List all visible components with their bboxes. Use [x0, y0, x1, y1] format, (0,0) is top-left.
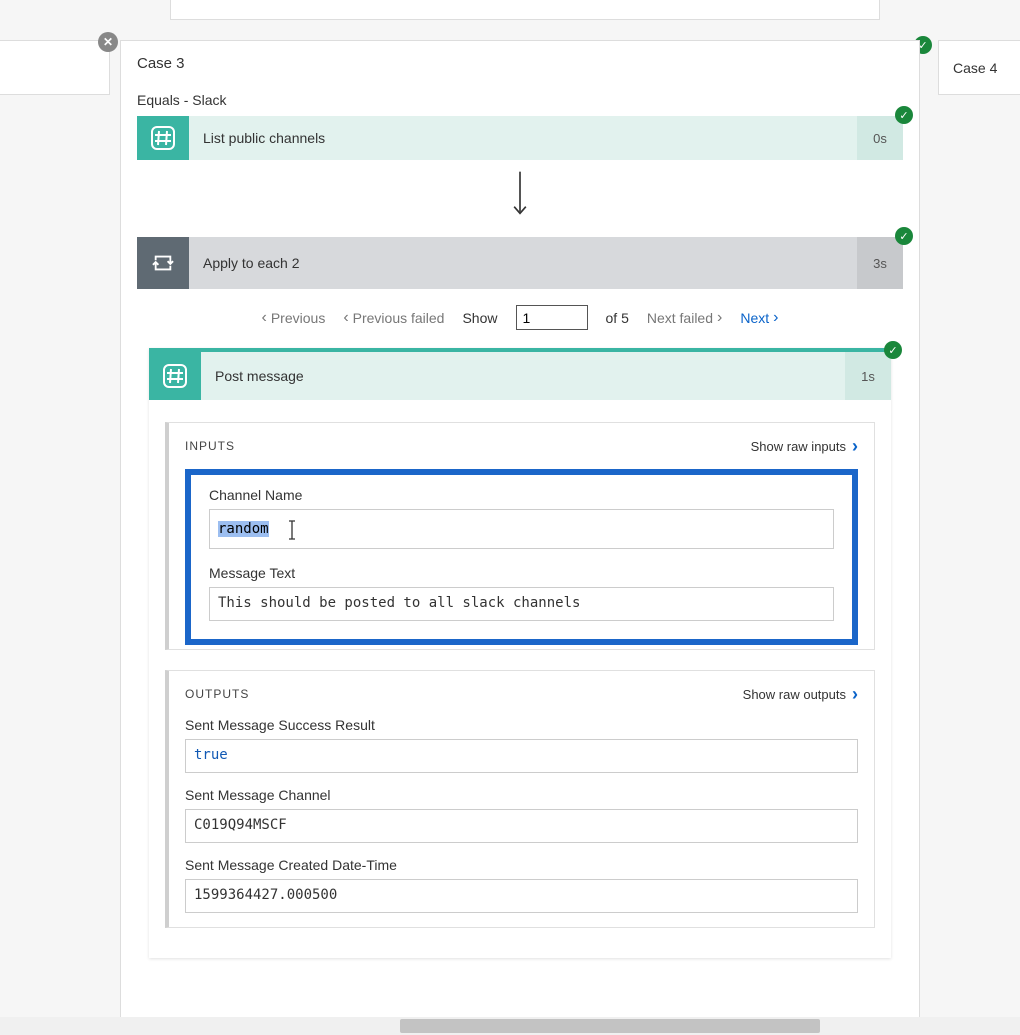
sent-success-text: true [194, 747, 228, 763]
outputs-section: OUTPUTS Show raw outputs › Sent Message … [165, 670, 875, 928]
case-tab-right[interactable]: Case 4 [938, 40, 1020, 95]
sent-channel-text: C019Q94MSCF [194, 817, 287, 833]
pager-next-failed-label: Next failed [647, 310, 713, 326]
chevron-right-icon: › [852, 685, 858, 703]
iteration-pager: ‹ Previous ‹ Previous failed Show of 5 N… [137, 289, 903, 348]
step-list-public-channels[interactable]: List public channels 0s ✓ [137, 116, 903, 160]
flow-arrow-icon [121, 160, 919, 237]
channel-name-text: random [218, 521, 269, 537]
pager-previous-failed[interactable]: ‹ Previous failed [343, 310, 444, 326]
chevron-right-icon: › [773, 310, 778, 326]
sent-created-text: 1599364427.000500 [194, 887, 337, 903]
check-icon: ✓ [895, 227, 913, 245]
case-condition: Equals - Slack [121, 92, 919, 116]
inputs-highlight-box: Channel Name random Message Text This sh… [185, 469, 858, 645]
horizontal-scrollbar[interactable] [0, 1017, 1020, 1035]
step-apply-to-each[interactable]: Apply to each 2 3s ✓ [137, 237, 903, 289]
chevron-left-icon: ‹ [343, 310, 348, 326]
slack-hash-icon [137, 116, 189, 160]
message-text-text: This should be posted to all slack chann… [218, 595, 580, 611]
chevron-right-icon: › [717, 310, 722, 326]
step-title: Apply to each 2 [203, 255, 300, 271]
inputs-heading: INPUTS [185, 439, 235, 453]
sent-success-value[interactable]: true [185, 739, 858, 773]
pager-of-label: of 5 [606, 310, 629, 326]
check-icon: ✓ [895, 106, 913, 124]
sent-channel-value[interactable]: C019Q94MSCF [185, 809, 858, 843]
case-title: Case 3 [121, 41, 919, 92]
step-post-message: ✓ Post message 1s INPUTS Show raw inputs [149, 348, 891, 958]
outputs-heading: OUTPUTS [185, 687, 249, 701]
pager-show-label: Show [462, 310, 497, 326]
step-duration: 3s [857, 237, 903, 289]
apply-to-each-body: ‹ Previous ‹ Previous failed Show of 5 N… [137, 289, 903, 958]
close-icon[interactable]: ✕ [98, 32, 118, 52]
loop-icon [137, 237, 189, 289]
slack-hash-icon [149, 352, 201, 400]
pager-previous-failed-label: Previous failed [353, 310, 445, 326]
case-tab-right-label: Case 4 [953, 60, 997, 76]
case-tab-left[interactable] [0, 40, 110, 95]
scrollbar-thumb[interactable] [400, 1019, 820, 1033]
pager-index-input[interactable] [516, 305, 588, 330]
sent-created-value[interactable]: 1599364427.000500 [185, 879, 858, 913]
channel-name-value[interactable]: random [209, 509, 834, 549]
pager-next[interactable]: Next › [740, 310, 778, 326]
pager-next-failed[interactable]: Next failed › [647, 310, 722, 326]
show-raw-inputs-label: Show raw inputs [751, 439, 846, 454]
pager-previous[interactable]: ‹ Previous [262, 310, 326, 326]
pager-previous-label: Previous [271, 310, 325, 326]
step-duration: 1s [845, 352, 891, 400]
text-cursor-icon [287, 520, 297, 544]
sent-channel-label: Sent Message Channel [185, 787, 858, 803]
message-text-value[interactable]: This should be posted to all slack chann… [209, 587, 834, 621]
step-title: List public channels [203, 130, 325, 146]
message-text-label: Message Text [209, 565, 834, 581]
step-post-message-header[interactable]: Post message 1s [149, 352, 891, 400]
sent-success-label: Sent Message Success Result [185, 717, 858, 733]
show-raw-outputs-label: Show raw outputs [743, 687, 846, 702]
check-icon: ✓ [884, 341, 902, 359]
chevron-left-icon: ‹ [262, 310, 267, 326]
step-duration: 0s [857, 116, 903, 160]
step-title: Post message [215, 368, 304, 384]
channel-name-label: Channel Name [209, 487, 834, 503]
pager-next-label: Next [740, 310, 769, 326]
show-raw-inputs[interactable]: Show raw inputs › [751, 437, 858, 455]
sent-created-label: Sent Message Created Date-Time [185, 857, 858, 873]
chevron-right-icon: › [852, 437, 858, 455]
show-raw-outputs[interactable]: Show raw outputs › [743, 685, 858, 703]
prev-card-fragment [170, 0, 880, 20]
case-panel: Case 3 Equals - Slack List public channe… [120, 40, 920, 1035]
inputs-section: INPUTS Show raw inputs › Channel Name ra… [165, 422, 875, 650]
